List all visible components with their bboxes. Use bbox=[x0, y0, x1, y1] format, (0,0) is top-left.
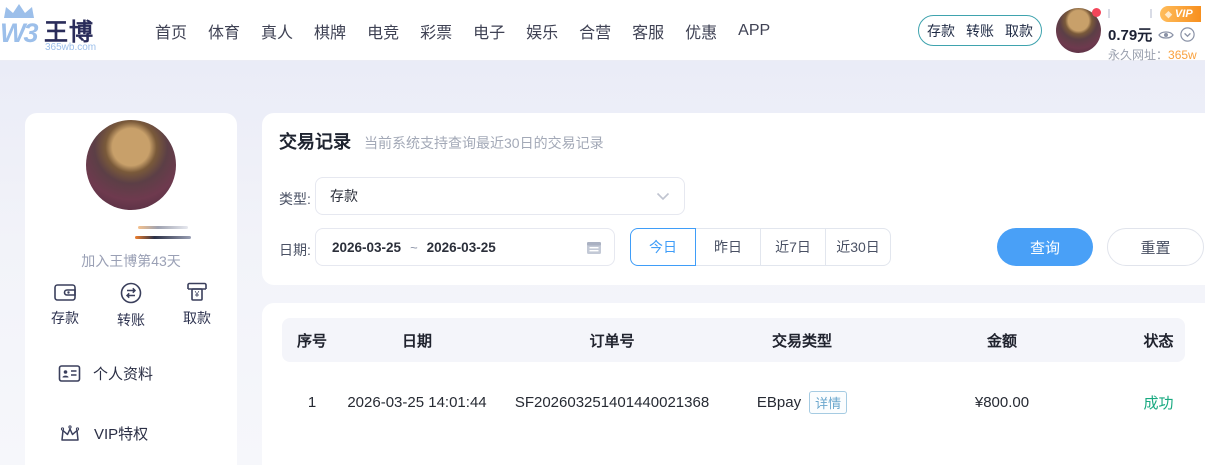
page-subtitle: 当前系统支持查询最近30日的交易记录 bbox=[364, 135, 604, 151]
sidebar-quick-actions: 存款 转账 ¥ 取款 bbox=[25, 281, 237, 330]
transaction-type: EBpay bbox=[756, 393, 802, 411]
logo-domain: 365wb.com bbox=[45, 42, 97, 53]
quick-action-label: 转账 bbox=[117, 312, 145, 328]
profile-sidebar: 加入王博第43天 存款 转账 ¥ 取款 个人资料 VIP特权 bbox=[25, 113, 237, 465]
range-30days-button[interactable]: 近30日 bbox=[825, 228, 891, 266]
transfer-link[interactable]: 转账 bbox=[966, 21, 994, 41]
nav-item-app[interactable]: APP bbox=[738, 22, 770, 40]
range-today-button[interactable]: 今日 bbox=[630, 228, 696, 266]
date-range-input[interactable]: 2026-03-25 ~ 2026-03-25 bbox=[315, 228, 615, 266]
column-header-type: 交易类型 bbox=[771, 332, 832, 350]
date-separator: ~ bbox=[410, 239, 418, 255]
username-redacted bbox=[1108, 9, 1110, 18]
column-header-order-no: 订单号 bbox=[589, 332, 635, 350]
calendar-icon bbox=[586, 240, 602, 255]
date-label: 日期: bbox=[279, 242, 311, 258]
type-select[interactable]: 存款 bbox=[315, 177, 685, 215]
nav-item-promo[interactable]: 优惠 bbox=[685, 19, 717, 43]
quick-range-group: 今日 昨日 近7日 近30日 bbox=[630, 228, 891, 266]
nav-item-esports[interactable]: 电竞 bbox=[367, 19, 399, 43]
table-header-row: 序号 日期 订单号 交易类型 金额 状态 bbox=[282, 318, 1185, 362]
sidebar-transfer-action[interactable]: 转账 bbox=[117, 281, 145, 330]
top-navigation-bar: W3 王博 365wb.com 首页 体育 真人 棋牌 电竞 彩票 电子 娱乐 … bbox=[0, 0, 1205, 62]
nav-item-slots[interactable]: 电子 bbox=[473, 19, 505, 43]
range-yesterday-button[interactable]: 昨日 bbox=[695, 228, 761, 266]
site-logo[interactable]: W3 王博 365wb.com bbox=[0, 0, 120, 61]
username-redacted bbox=[135, 236, 191, 239]
nav-item-live[interactable]: 真人 bbox=[261, 19, 293, 43]
range-7days-button[interactable]: 近7日 bbox=[760, 228, 826, 266]
id-card-icon bbox=[58, 364, 81, 383]
page-background: 加入王博第43天 存款 转账 ¥ 取款 个人资料 VIP特权 交易记录 当前系统… bbox=[0, 61, 1205, 465]
nav-item-partner[interactable]: 合营 bbox=[579, 19, 611, 43]
type-label: 类型: bbox=[279, 191, 311, 207]
nav-item-entertainment[interactable]: 娱乐 bbox=[526, 19, 558, 43]
transaction-table-card: 序号 日期 订单号 交易类型 金额 状态 1 2026-03-25 14:01:… bbox=[262, 303, 1205, 465]
cell-index: 1 bbox=[307, 393, 317, 411]
join-days-text: 加入王博第43天 bbox=[81, 253, 181, 269]
main-nav: 首页 体育 真人 棋牌 电竞 彩票 电子 娱乐 合营 客服 优惠 APP bbox=[155, 0, 770, 61]
page-title: 交易记录 bbox=[279, 132, 351, 152]
table-row: 1 2026-03-25 14:01:44 SF2026032514014400… bbox=[282, 380, 1185, 424]
wallet-actions-pill: 存款 转账 取款 bbox=[918, 15, 1042, 46]
transfer-icon bbox=[119, 281, 143, 305]
transaction-filter-card: 交易记录 当前系统支持查询最近30日的交易记录 类型: 存款 日期: 2026-… bbox=[262, 113, 1205, 285]
cell-status: 成功 bbox=[1143, 394, 1174, 412]
nav-item-sports[interactable]: 体育 bbox=[208, 19, 240, 43]
sidebar-item-label: VIP特权 bbox=[94, 426, 149, 443]
search-button[interactable]: 查询 bbox=[997, 228, 1093, 266]
detail-tag-button[interactable]: 详情 bbox=[809, 390, 848, 414]
notification-dot bbox=[1092, 8, 1101, 17]
nav-item-home[interactable]: 首页 bbox=[155, 19, 187, 43]
sidebar-item-vip[interactable]: VIP特权 bbox=[58, 423, 148, 444]
logo-mark: W3 bbox=[0, 18, 38, 48]
cell-order-no: SF202603251401440021368 bbox=[514, 393, 710, 411]
date-from-value: 2026-03-25 bbox=[332, 239, 402, 255]
wallet-icon bbox=[53, 281, 77, 303]
withdraw-icon: ¥ bbox=[185, 281, 209, 303]
sidebar-item-label: 个人资料 bbox=[93, 366, 154, 383]
column-header-date: 日期 bbox=[401, 332, 432, 350]
quick-action-label: 取款 bbox=[183, 310, 211, 326]
username-redacted bbox=[138, 226, 188, 229]
balance-amount: 0.79元 bbox=[1108, 27, 1153, 44]
svg-text:¥: ¥ bbox=[194, 290, 200, 299]
column-header-amount: 金额 bbox=[986, 332, 1017, 350]
gem-icon: ◆ bbox=[1165, 8, 1172, 19]
date-to-value: 2026-03-25 bbox=[426, 239, 496, 255]
type-select-value: 存款 bbox=[330, 188, 358, 204]
column-header-status: 状态 bbox=[1143, 332, 1174, 350]
chevron-down-icon[interactable] bbox=[1180, 27, 1195, 42]
nav-item-board[interactable]: 棋牌 bbox=[314, 19, 346, 43]
withdraw-link[interactable]: 取款 bbox=[1005, 21, 1033, 41]
cell-date: 2026-03-25 14:01:44 bbox=[347, 393, 487, 411]
eye-icon[interactable] bbox=[1158, 29, 1174, 41]
vip-badge[interactable]: ◆ VIP bbox=[1160, 6, 1201, 22]
column-header-index: 序号 bbox=[296, 332, 327, 350]
nav-item-lottery[interactable]: 彩票 bbox=[420, 19, 452, 43]
avatar bbox=[86, 120, 176, 210]
cell-type: EBpay 详情 bbox=[732, 390, 872, 414]
reset-button[interactable]: 重置 bbox=[1107, 228, 1204, 266]
nav-item-service[interactable]: 客服 bbox=[632, 19, 664, 43]
username-redacted bbox=[1150, 9, 1152, 18]
cell-amount: ¥800.00 bbox=[974, 393, 1030, 411]
sidebar-deposit-action[interactable]: 存款 bbox=[51, 281, 79, 330]
crown-icon bbox=[58, 424, 82, 444]
quick-action-label: 存款 bbox=[51, 310, 79, 326]
sidebar-item-profile[interactable]: 个人资料 bbox=[58, 363, 153, 384]
vip-badge-label: VIP bbox=[1174, 8, 1193, 20]
deposit-link[interactable]: 存款 bbox=[927, 21, 955, 41]
sidebar-withdraw-action[interactable]: ¥ 取款 bbox=[183, 281, 211, 330]
chevron-down-icon bbox=[656, 192, 670, 201]
